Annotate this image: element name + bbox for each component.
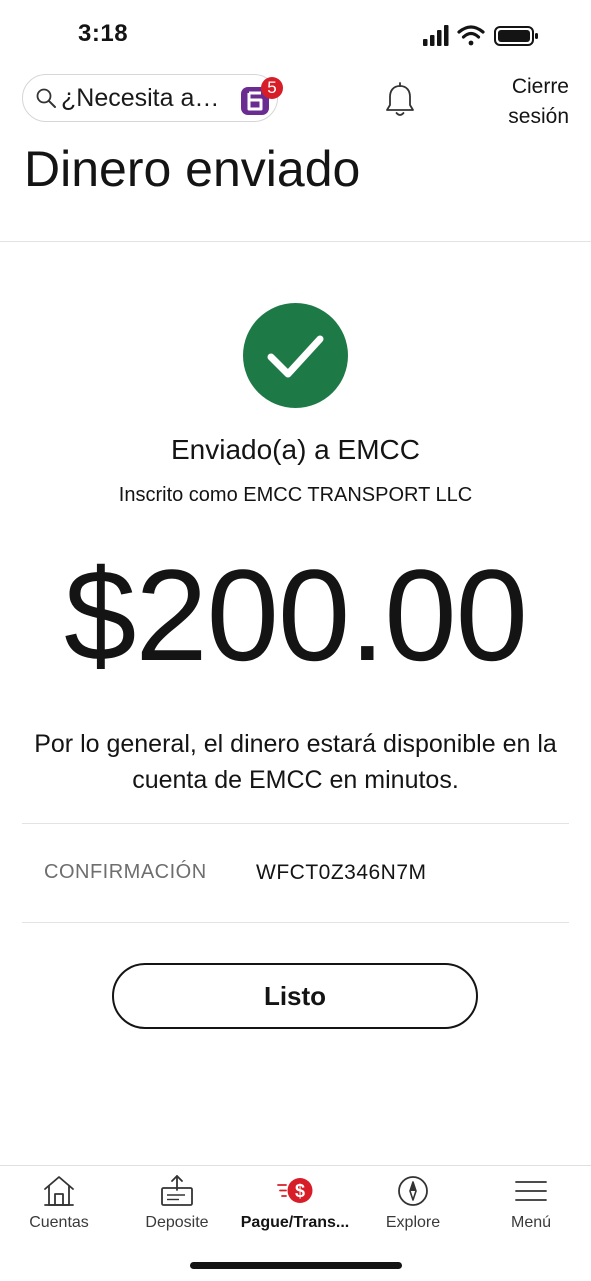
search-field[interactable]: ¿Necesita a… 5 (22, 74, 283, 122)
confirmation-top-divider (22, 823, 569, 824)
status-time: 3:18 (78, 20, 129, 47)
recipient-enrolled-name: Inscrito como EMCC TRANSPORT LLC (118, 484, 473, 506)
menu-icon (515, 1181, 547, 1201)
notification-count-badge: 5 (261, 77, 283, 99)
status-icons (423, 25, 538, 46)
battery-icon (494, 26, 538, 46)
nav-label: Explore (385, 1214, 441, 1231)
search-icon (36, 88, 56, 108)
nav-item-pay-transfer[interactable]: $ Pague/Trans... (236, 1166, 354, 1246)
confirmation-label: CONFIRMACIÓN (44, 861, 207, 883)
deposit-icon (161, 1175, 193, 1206)
nav-label: Deposite (145, 1214, 209, 1231)
home-icon (44, 1176, 74, 1206)
confirmation-bottom-divider (22, 922, 569, 923)
nav-item-menu[interactable]: Menú (472, 1166, 590, 1246)
nav-label: Cuentas (29, 1214, 89, 1231)
confirmation-number: WFCT0Z346N7M (256, 861, 427, 884)
header-divider (0, 241, 591, 242)
nav-item-explore[interactable]: Explore (354, 1166, 472, 1246)
sign-out-link[interactable]: Cierre sesión (479, 72, 569, 132)
cellular-signal-icon (423, 25, 449, 46)
success-check-icon (243, 303, 348, 408)
nav-label: Pague/Trans... (240, 1214, 350, 1231)
pay-transfer-icon: $ (277, 1178, 313, 1203)
wifi-icon (457, 25, 485, 46)
sign-out-label-line1: Cierre (511, 75, 569, 98)
svg-text:$: $ (295, 1181, 305, 1201)
sign-out-label-line2: sesión (508, 105, 569, 128)
recipient-heading: Enviado(a) a EMCC (171, 434, 420, 465)
home-indicator[interactable] (190, 1262, 402, 1269)
nav-label: Menú (510, 1214, 552, 1231)
amount-sent: $200.00 (64, 542, 528, 688)
nav-item-deposit[interactable]: Deposite (118, 1166, 236, 1246)
page-title: Dinero enviado (24, 141, 361, 197)
search-placeholder: ¿Necesita a… (61, 84, 220, 112)
nav-item-accounts[interactable]: Cuentas (0, 1166, 118, 1246)
availability-note: Por lo general, el dinero estará disponi… (34, 730, 557, 794)
bell-icon[interactable] (384, 82, 416, 118)
compass-icon (398, 1176, 428, 1206)
done-button[interactable]: Listo (112, 963, 478, 1029)
